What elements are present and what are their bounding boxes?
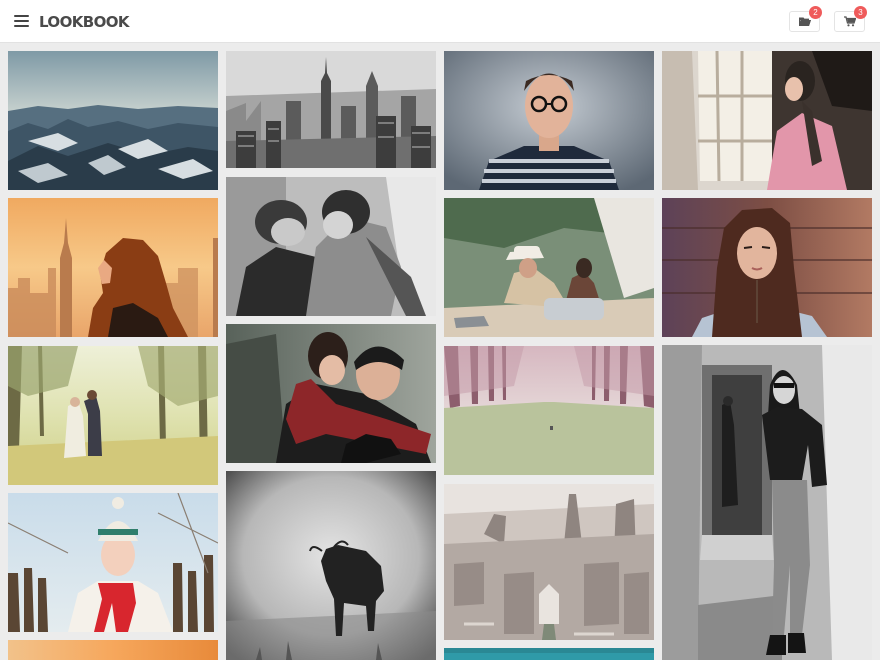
cart-button[interactable]: 3 [834,6,867,32]
photo-couple-in-forest[interactable] [8,346,218,485]
photo-woman-ruins-bw[interactable] [662,345,872,660]
photo-woman-wood-wall[interactable] [662,198,872,337]
hamburger-menu-icon[interactable] [14,14,29,28]
photo-new-york-skyline[interactable] [226,51,436,168]
photo-wildebeest-mist[interactable] [226,471,436,660]
folder-button[interactable]: 2 [789,6,822,32]
photo-couple-hug-red-jacket[interactable] [226,324,436,463]
folder-count-badge: 2 [809,6,822,19]
photo-city-rooftops[interactable] [8,51,218,190]
photo-teal-partial[interactable] [444,648,654,660]
photo-cowboy-picnic[interactable] [444,198,654,337]
cart-count-badge: 3 [854,6,867,19]
photo-aerial-city-view[interactable] [444,484,654,640]
photo-woman-sunset-skyline[interactable] [8,198,218,337]
photo-man-glasses-portrait[interactable] [444,51,654,190]
photo-tree-lined-path[interactable] [444,346,654,475]
photo-sunset-partial[interactable] [8,640,218,660]
photo-woman-window[interactable] [662,51,872,190]
app-logo[interactable]: LOOKBOOK [39,13,130,31]
top-bar: LOOKBOOK 2 3 [0,0,880,43]
photo-couple-embrace-bw[interactable] [226,177,436,316]
folder-open-icon [799,17,811,26]
photo-girl-winter-hat[interactable] [8,493,218,632]
shopping-cart-icon [844,16,856,27]
